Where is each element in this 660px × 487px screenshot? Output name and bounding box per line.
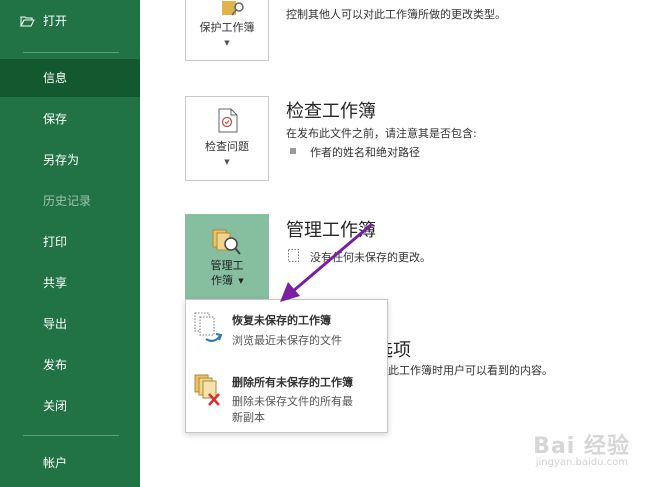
baidu-watermark: Bai 经验 — [533, 434, 630, 459]
baidu-watermark-url: jingyan.baidu.com — [535, 457, 628, 468]
annotation-arrow-icon — [280, 222, 373, 302]
